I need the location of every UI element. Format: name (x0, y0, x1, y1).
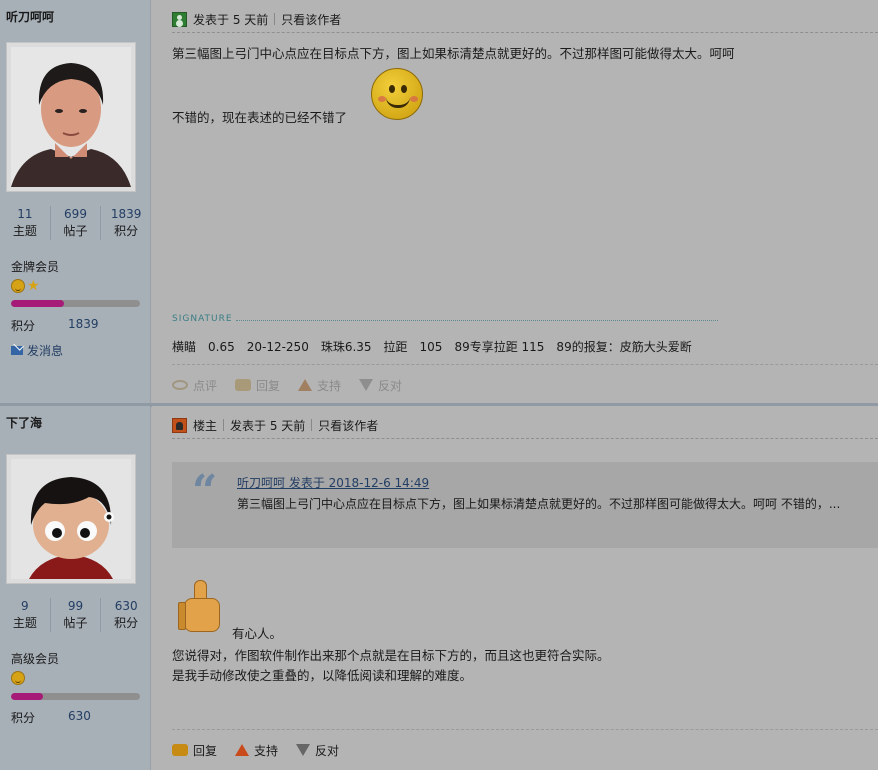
author-sidebar: 听刀呵呵 11 主题 699 帖子 1839 积分 金牌会员 ★ 积分 1839… (0, 0, 151, 404)
post-content: 您说得对，作图软件制作出来那个点就是在目标下方的，而且这也更符合实际。 是我手动… (172, 646, 864, 686)
comment-button[interactable]: 点评 (172, 377, 217, 394)
content-line: 不错的，现在表述的已经不错了 (172, 110, 348, 125)
quote-block: “ 听刀呵呵 发表于 2018-12-6 14:49 第三幅图上弓门中心点应在目… (172, 462, 878, 548)
send-message-link[interactable]: 发消息 (11, 342, 63, 359)
actions-divider (172, 364, 878, 365)
signature-title: SIGNATURE (172, 314, 233, 324)
post-header: 楼主 发表于 5 天前 只看该作者 (172, 414, 878, 439)
post-content: 不错的，现在表述的已经不错了 (172, 108, 864, 128)
author-sidebar: 下了海 9 主题 99 帖子 630 积分 高级会员 积分 630 (0, 406, 151, 770)
host-icon (172, 417, 187, 433)
online-status-icon (172, 11, 187, 27)
arrow-down-icon (359, 379, 374, 391)
post-main: 楼主 发表于 5 天前 只看该作者 “ 听刀呵呵 发表于 2018-12-6 1… (152, 406, 878, 770)
avatar[interactable] (6, 454, 136, 584)
post-time: 发表于 5 天前 (230, 418, 306, 433)
post-actions: 点评 回复 支持 反对 (172, 364, 878, 398)
arrow-down-icon (296, 744, 311, 756)
support-button[interactable]: 支持 (235, 742, 278, 759)
rank-progress-fill (11, 300, 64, 307)
content-line: 第三幅图上弓门中心点应在目标点下方，图上如果标清楚点就更好的。不过那样图可能做得… (172, 46, 735, 61)
content-line: 您说得对，作图软件制作出来那个点就是在目标下方的，而且这也更符合实际。 (172, 648, 610, 663)
reply-button[interactable]: 回复 (235, 377, 280, 394)
medal-row: ★ (11, 279, 41, 293)
envelope-icon (11, 346, 23, 355)
reply-icon (235, 379, 252, 391)
comment-icon (172, 380, 188, 390)
author-stats: 11 主题 699 帖子 1839 积分 (0, 206, 151, 240)
smiley-emoticon-icon (371, 68, 423, 120)
only-author-link[interactable]: 只看该作者 (318, 417, 378, 434)
divider (274, 13, 276, 25)
score-row: 积分 1839 (11, 317, 99, 333)
smile-medal-icon (11, 671, 25, 685)
reply-button[interactable]: 回复 (172, 742, 217, 759)
score-row: 积分 630 (11, 709, 91, 725)
post-1: 听刀呵呵 11 主题 699 帖子 1839 积分 金牌会员 ★ 积分 1839… (0, 0, 878, 404)
post-time: 发表于 5 天前 (193, 12, 269, 27)
rank-progress-bar (11, 693, 140, 700)
only-author-link[interactable]: 只看该作者 (281, 11, 341, 28)
content-line: 是我手动修改使之重叠的，以降低阅读和理解的难度。 (172, 668, 473, 683)
post-header: 发表于 5 天前 只看该作者 (172, 8, 878, 33)
author-name[interactable]: 听刀呵呵 (6, 8, 54, 25)
reply-icon (172, 744, 188, 756)
avatar-photo (11, 47, 131, 187)
post-2: 下了海 9 主题 99 帖子 630 积分 高级会员 积分 630 楼主 发表于… (0, 406, 878, 770)
post-content: 第三幅图上弓门中心点应在目标点下方，图上如果标清楚点就更好的。不过那样图可能做得… (172, 44, 864, 64)
oppose-button[interactable]: 反对 (296, 742, 339, 759)
star-medal-icon: ★ (27, 278, 40, 294)
quote-source-link[interactable]: 听刀呵呵 发表于 2018-12-6 14:49 (237, 474, 429, 491)
content-line: 有心人。 (232, 626, 283, 641)
rank-progress-fill (11, 693, 44, 700)
author-name[interactable]: 下了海 (6, 414, 42, 431)
post-main: 发表于 5 天前 只看该作者 第三幅图上弓门中心点应在目标点下方，图上如果标清楚… (152, 0, 878, 404)
post-actions: 回复 支持 反对 (172, 729, 878, 763)
author-stats: 9 主题 99 帖子 630 积分 (0, 598, 151, 632)
post-content: 有心人。 (232, 624, 864, 644)
header-divider (172, 438, 878, 439)
header-divider (172, 32, 878, 33)
rank-progress-bar (11, 300, 140, 307)
rank-title[interactable]: 高级会员 (11, 650, 59, 667)
signature-text: 横瞄 0.65 20-12-250 珠珠6.35 拉距 105 89专享拉距 1… (172, 340, 692, 354)
stat-posts[interactable]: 99 帖子 (49, 598, 101, 632)
avatar[interactable] (6, 42, 136, 192)
thumbs-up-emoticon-icon (178, 580, 222, 634)
divider (223, 419, 225, 431)
stat-posts[interactable]: 699 帖子 (49, 206, 101, 240)
stat-points[interactable]: 1839 积分 (100, 206, 151, 240)
actions-divider (172, 729, 878, 730)
arrow-up-icon (298, 379, 313, 391)
divider (311, 419, 313, 431)
medal-row (11, 671, 25, 685)
support-button[interactable]: 支持 (298, 377, 341, 394)
stat-threads[interactable]: 11 主题 (0, 206, 50, 240)
signature-divider (236, 320, 718, 321)
oppose-button[interactable]: 反对 (359, 377, 402, 394)
quote-text: 第三幅图上弓门中心点应在目标点下方，图上如果标清楚点就更好的。不过那样图可能做得… (237, 497, 841, 511)
rank-title[interactable]: 金牌会员 (11, 258, 59, 275)
stat-threads[interactable]: 9 主题 (0, 598, 50, 632)
avatar-cartoon (11, 459, 131, 579)
arrow-up-icon (235, 744, 250, 756)
quote-mark-icon: “ (192, 466, 218, 517)
floor-label: 楼主 (193, 418, 218, 433)
stat-points[interactable]: 630 积分 (100, 598, 151, 632)
smile-medal-icon (11, 279, 25, 293)
